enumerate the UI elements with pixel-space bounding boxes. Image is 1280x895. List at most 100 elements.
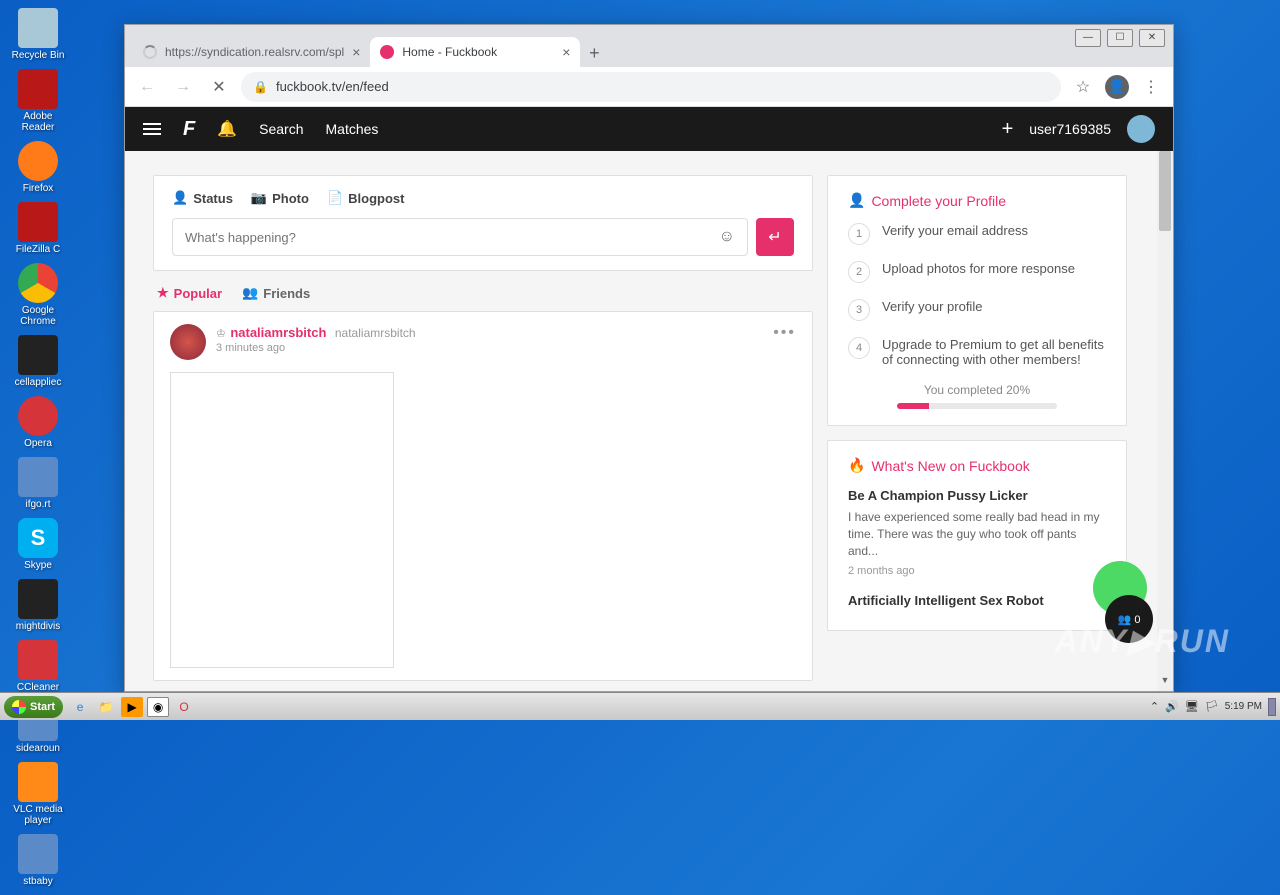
tab-close-icon[interactable]: ×	[352, 44, 360, 60]
complete-profile-card: 👤Complete your Profile 1Verify your emai…	[827, 175, 1127, 426]
news-item-title[interactable]: Be A Champion Pussy Licker	[848, 488, 1106, 503]
taskbar-opera[interactable]: O	[173, 697, 195, 717]
page-scrollbar[interactable]: ▼	[1157, 151, 1173, 691]
profile-step-3[interactable]: 3Verify your profile	[848, 299, 1106, 321]
desktop-icons: Recycle Bin Adobe Reader Firefox FileZil…	[6, 8, 136, 895]
news-item-title-2[interactable]: Artificially Intelligent Sex Robot	[848, 593, 1106, 608]
news-item-text: I have experienced some really bad head …	[848, 509, 1106, 559]
desktop-icon-vlc[interactable]: VLC media player	[6, 762, 70, 826]
stop-button[interactable]: ✕	[205, 73, 233, 101]
scroll-thumb[interactable]	[1159, 151, 1171, 231]
profile-step-1[interactable]: 1Verify your email address	[848, 223, 1106, 245]
loading-icon	[143, 45, 157, 59]
site-logo[interactable]: F	[183, 118, 195, 141]
bookmark-button[interactable]: ☆	[1069, 73, 1097, 101]
post-time: 3 minutes ago	[216, 342, 763, 354]
notification-icon[interactable]: 🔔	[217, 119, 237, 139]
post-author[interactable]: nataliamrsbitch	[230, 325, 326, 340]
address-bar[interactable]: 🔒 fuckbook.tv/en/feed	[241, 72, 1061, 102]
url-text: fuckbook.tv/en/feed	[276, 79, 389, 94]
taskbar-ie[interactable]: e	[69, 697, 91, 717]
tray-clock[interactable]: 5:19 PM	[1225, 701, 1262, 712]
desktop-icon-firefox[interactable]: Firefox	[6, 141, 70, 194]
whats-new-card: 🔥What's New on Fuckbook Be A Champion Pu…	[827, 440, 1127, 631]
browser-tab-2[interactable]: Home - Fuckbook ×	[370, 37, 580, 67]
profile-button[interactable]: 👤	[1105, 75, 1129, 99]
desktop-icon-filezilla[interactable]: FileZilla C	[6, 202, 70, 255]
progress-label: You completed 20%	[848, 383, 1106, 397]
crown-icon: ♔	[216, 328, 226, 340]
people-icon: 👥	[242, 285, 258, 301]
browser-tab-1[interactable]: https://syndication.realsrv.com/spl ×	[133, 37, 370, 67]
tray-flag-icon[interactable]: 🏳	[1205, 700, 1219, 713]
submit-button[interactable]: ↵	[756, 218, 794, 256]
compose-card: 👤Status 📷Photo 📄Blogpost ☺ ↵	[153, 175, 813, 271]
nav-search[interactable]: Search	[259, 121, 303, 137]
taskbar: Start e 📁 ▶ ◉ O ⌃ 🔊 🖥 🏳 5:19 PM	[0, 692, 1280, 720]
compose-tab-status[interactable]: 👤Status	[172, 190, 233, 206]
back-button[interactable]: ←	[133, 73, 161, 101]
profile-step-4[interactable]: 4Upgrade to Premium to get all benefits …	[848, 337, 1106, 367]
profile-icon: 👤	[848, 192, 865, 209]
feed-tabs: ★Popular 👥Friends	[153, 285, 813, 311]
tray-show-desktop[interactable]	[1268, 698, 1276, 716]
forward-button[interactable]: →	[169, 73, 197, 101]
nav-matches[interactable]: Matches	[326, 121, 379, 137]
window-controls: — ☐ ✕	[1075, 29, 1165, 47]
hamburger-icon[interactable]	[143, 123, 161, 135]
desktop-icon-ifgo[interactable]: ifgo.rt	[6, 457, 70, 510]
desktop-icon-adobe[interactable]: Adobe Reader	[6, 69, 70, 133]
taskbar-media[interactable]: ▶	[121, 697, 143, 717]
desktop-icon-cellapplied[interactable]: cellappliec	[6, 335, 70, 388]
favicon-icon	[380, 45, 394, 59]
windows-icon	[12, 700, 26, 714]
add-button[interactable]: +	[1002, 118, 1014, 141]
desktop-icon-stbaby[interactable]: stbaby	[6, 834, 70, 887]
star-icon: ★	[157, 285, 169, 301]
tab-strip: https://syndication.realsrv.com/spl × Ho…	[125, 25, 1173, 67]
post-avatar[interactable]	[170, 324, 206, 360]
tray-volume-icon[interactable]: 🔊	[1165, 700, 1179, 713]
post-more-icon[interactable]: •••	[773, 324, 796, 342]
tray-network-icon[interactable]: 🖥	[1185, 700, 1199, 713]
compose-input[interactable]	[185, 230, 719, 245]
online-badge[interactable]: 👥 0	[1105, 595, 1153, 643]
profile-step-2[interactable]: 2Upload photos for more response	[848, 261, 1106, 283]
desktop-icon-mightdivis[interactable]: mightdivis	[6, 579, 70, 632]
menu-button[interactable]: ⋮	[1137, 73, 1165, 101]
taskbar-explorer[interactable]: 📁	[95, 697, 117, 717]
post-handle: nataliamrsbitch	[335, 326, 416, 340]
emoji-icon[interactable]: ☺	[719, 228, 735, 246]
tab-title: https://syndication.realsrv.com/spl	[165, 45, 344, 59]
desktop-icon-ccleaner[interactable]: CCleaner	[6, 640, 70, 693]
desktop-icon-skype[interactable]: SSkype	[6, 518, 70, 571]
desktop-icon-opera[interactable]: Opera	[6, 396, 70, 449]
feed-tab-friends[interactable]: 👥Friends	[242, 285, 310, 301]
tab-title: Home - Fuckbook	[402, 45, 554, 59]
tray-expand-icon[interactable]: ⌃	[1150, 700, 1159, 713]
close-button[interactable]: ✕	[1139, 29, 1165, 47]
news-item-time: 2 months ago	[848, 565, 1106, 577]
minimize-button[interactable]: —	[1075, 29, 1101, 47]
maximize-button[interactable]: ☐	[1107, 29, 1133, 47]
system-tray: ⌃ 🔊 🖥 🏳 5:19 PM	[1150, 698, 1276, 716]
lock-icon: 🔒	[253, 80, 268, 94]
person-icon: 👤	[172, 190, 188, 206]
compose-tab-photo[interactable]: 📷Photo	[251, 190, 309, 206]
scroll-down-icon[interactable]: ▼	[1157, 675, 1173, 691]
chrome-window: — ☐ ✕ https://syndication.realsrv.com/sp…	[124, 24, 1174, 692]
user-avatar[interactable]	[1127, 115, 1155, 143]
desktop-icon-recycle-bin[interactable]: Recycle Bin	[6, 8, 70, 61]
feed-tab-popular[interactable]: ★Popular	[157, 285, 222, 301]
compose-tab-blogpost[interactable]: 📄Blogpost	[327, 190, 405, 206]
desktop-icon-chrome[interactable]: Google Chrome	[6, 263, 70, 327]
start-button[interactable]: Start	[4, 696, 63, 718]
post-image[interactable]	[170, 372, 394, 668]
new-tab-button[interactable]: +	[580, 39, 608, 67]
tab-close-icon[interactable]: ×	[562, 44, 570, 60]
camera-icon: 📷	[251, 190, 267, 206]
document-icon: 📄	[327, 190, 343, 206]
username-label[interactable]: user7169385	[1029, 121, 1111, 137]
feed-post: ♔ nataliamrsbitch nataliamrsbitch 3 minu…	[153, 311, 813, 681]
taskbar-chrome[interactable]: ◉	[147, 697, 169, 717]
